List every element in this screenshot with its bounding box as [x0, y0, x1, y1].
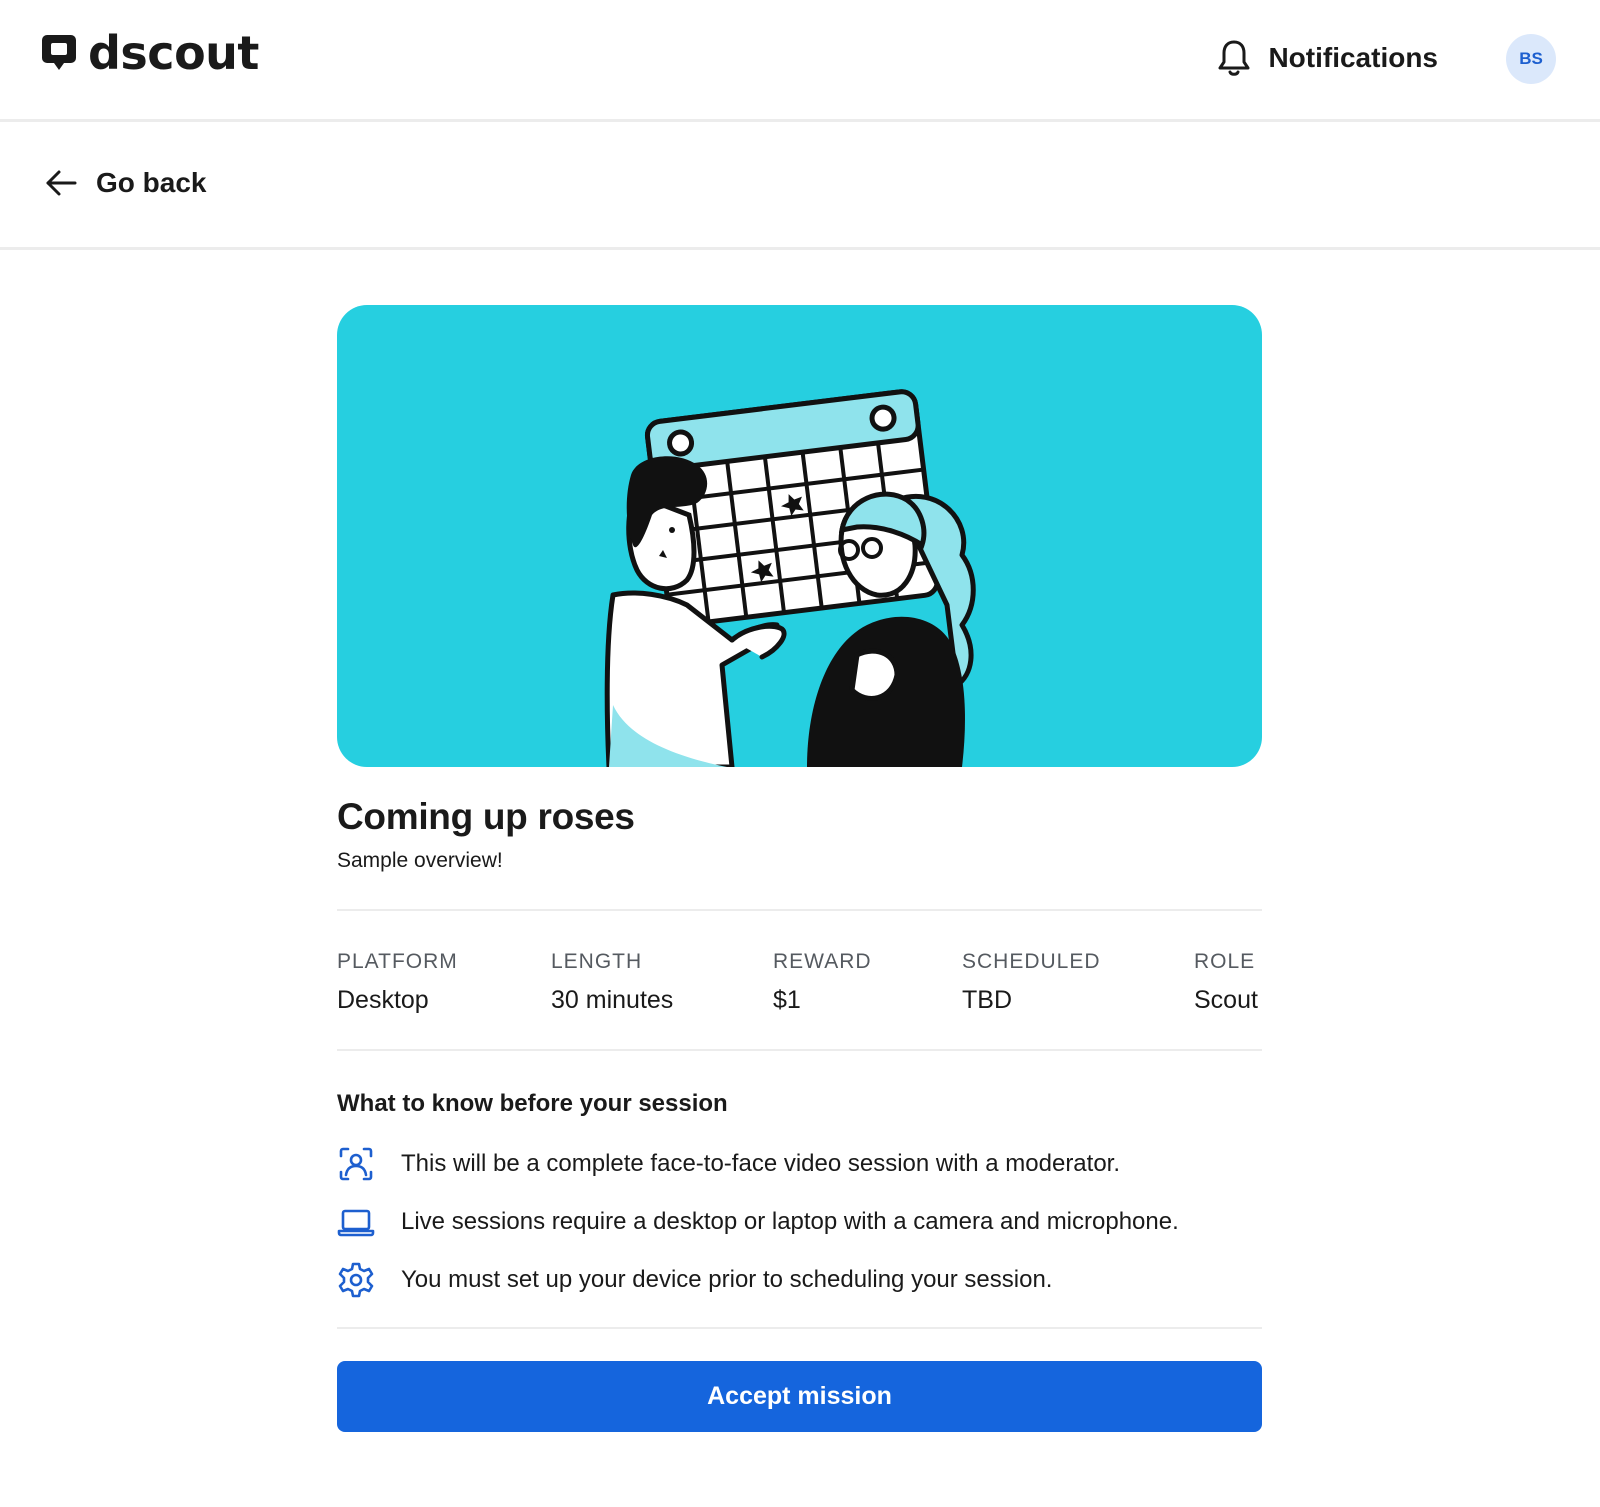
- meta-role-label: ROLE: [1194, 950, 1256, 973]
- brand-logo[interactable]: dscout: [40, 30, 259, 76]
- mission-title: Coming up roses: [337, 796, 635, 837]
- notifications-label: Notifications: [1268, 42, 1438, 73]
- mission-meta: PLATFORM Desktop LENGTH 30 minutes REWAR…: [337, 911, 1262, 1049]
- meta-reward-label: REWARD: [773, 950, 872, 973]
- info-item: This will be a complete face-to-face vid…: [337, 1135, 1262, 1193]
- meta-scheduled-value: TBD: [962, 986, 1012, 1014]
- calendar-illustration: [604, 389, 976, 767]
- info-item-text: Live sessions require a desktop or lapto…: [401, 1208, 1179, 1235]
- user-avatar[interactable]: BS: [1506, 34, 1556, 84]
- info-item: Live sessions require a desktop or lapto…: [337, 1193, 1262, 1251]
- meta-role-value: Scout: [1194, 986, 1258, 1014]
- back-bar: Go back: [0, 122, 1600, 250]
- info-item-text: You must set up your device prior to sch…: [401, 1266, 1053, 1293]
- meta-platform-label: PLATFORM: [337, 950, 458, 973]
- go-back-link[interactable]: Go back: [44, 166, 206, 200]
- notifications-button[interactable]: Notifications: [1216, 38, 1438, 78]
- meta-length-label: LENGTH: [551, 950, 643, 973]
- meta-platform-value: Desktop: [337, 986, 429, 1014]
- meta-reward-value: $1: [773, 986, 801, 1014]
- meta-role: ROLE Scout: [1194, 949, 1258, 1015]
- arrow-left-icon: [46, 170, 77, 196]
- top-bar: dscout Notifications BS: [0, 0, 1600, 122]
- meta-scheduled-label: SCHEDULED: [962, 950, 1101, 973]
- divider: [337, 1327, 1262, 1329]
- bell-icon: [1218, 40, 1250, 76]
- info-list: This will be a complete face-to-face vid…: [337, 1135, 1262, 1309]
- gear-icon: [338, 1262, 374, 1298]
- meta-platform: PLATFORM Desktop: [337, 949, 458, 1015]
- info-item: You must set up your device prior to sch…: [337, 1251, 1262, 1309]
- accept-mission-button[interactable]: Accept mission: [337, 1361, 1262, 1432]
- brand-name: dscout: [88, 26, 259, 80]
- info-heading: What to know before your session: [337, 1090, 728, 1117]
- divider: [337, 1049, 1262, 1051]
- info-item-text: This will be a complete face-to-face vid…: [401, 1150, 1121, 1177]
- go-back-label: Go back: [96, 167, 207, 198]
- mission-hero-image: [337, 305, 1262, 767]
- laptop-icon: [337, 1209, 375, 1237]
- face-scan-icon: [339, 1147, 373, 1181]
- dscout-logo-icon: [42, 35, 76, 70]
- meta-scheduled: SCHEDULED TBD: [962, 949, 1101, 1015]
- meta-length-value: 30 minutes: [551, 986, 674, 1014]
- meta-reward: REWARD $1: [773, 949, 872, 1015]
- meta-length: LENGTH 30 minutes: [551, 949, 673, 1015]
- mission-card: Coming up roses Sample overview! PLATFOR…: [337, 305, 1262, 1432]
- mission-subtitle: Sample overview!: [337, 849, 503, 872]
